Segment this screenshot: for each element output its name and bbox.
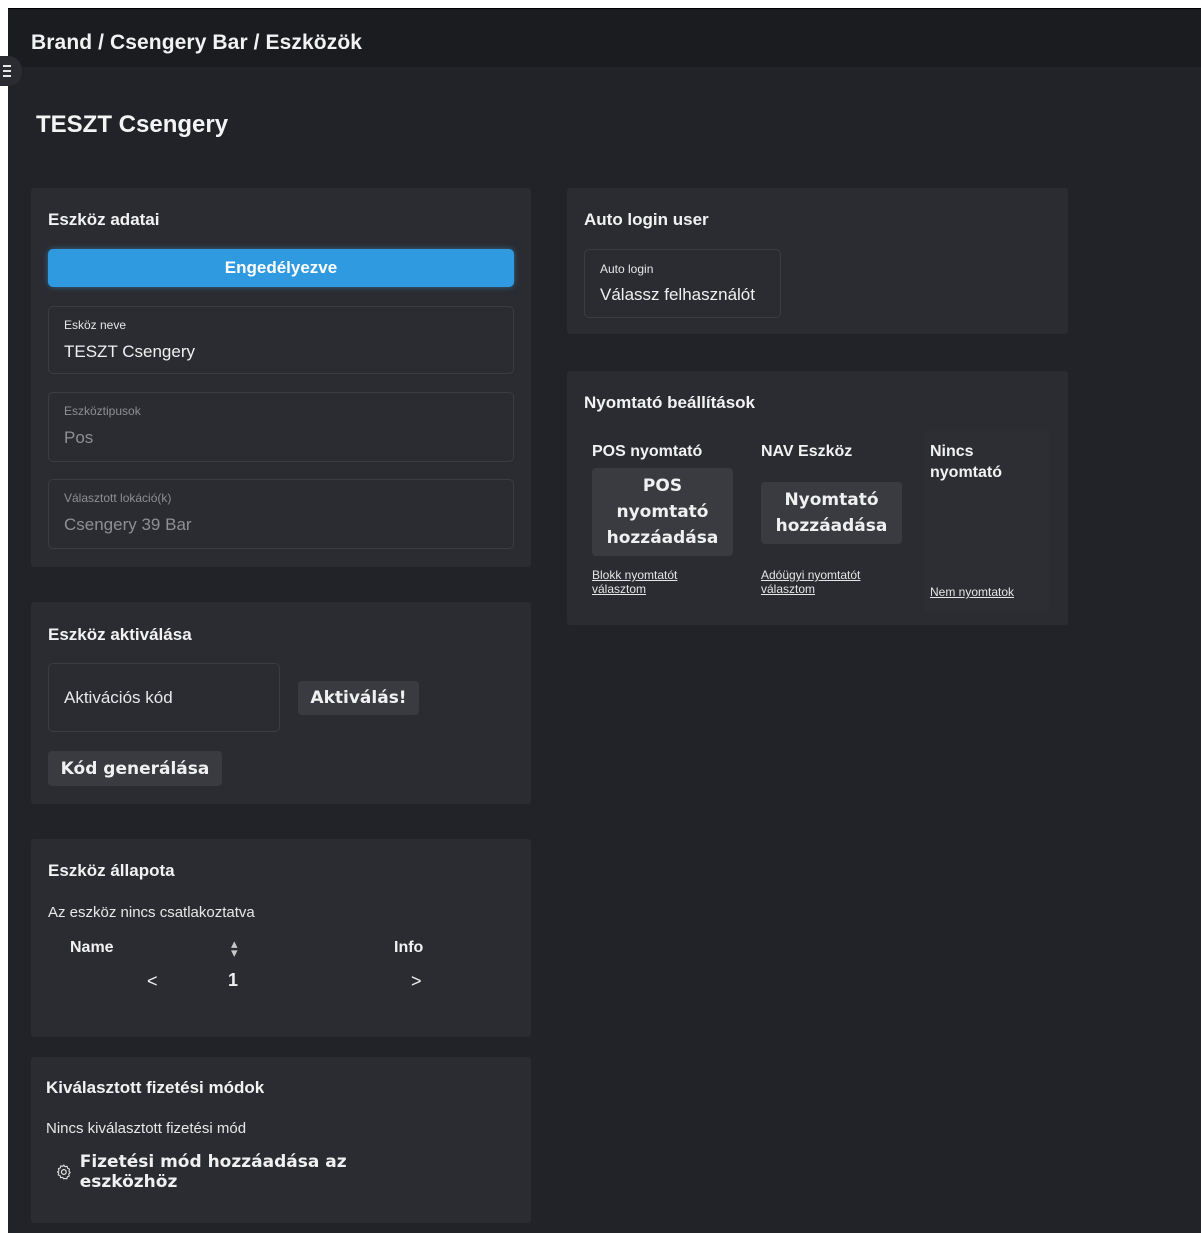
device-types-field: Eszköztipusok Pos [48,392,514,462]
location-label: Választott lokáció(k) [64,491,172,505]
nav-device-heading: NAV Eszköz [761,443,853,460]
add-nav-printer-button[interactable]: Nyomtató hozzáadása [761,482,902,544]
page-title: TESZT Csengery [36,111,229,138]
device-types-label: Eszköztipusok [64,404,141,418]
pos-printer-heading: POS nyomtató [592,443,703,460]
gear-icon [56,1164,71,1180]
pagination-next[interactable]: > [411,971,422,992]
payment-methods-title: Kiválasztott fizetési módok [46,1078,265,1097]
nav-device-column: NAV Eszköz Nyomtató hozzáadása Adóügyi n… [755,431,915,611]
pagination-page[interactable]: 1 [228,970,238,991]
activation-code-input[interactable]: Aktivációs kód [48,663,280,732]
device-status-title: Eszköz állapota [48,861,175,880]
app-window: Brand / Csengery Bar / Eszközök TESZT Cs… [0,8,1201,1233]
auto-login-label: Auto login [600,262,654,276]
activation-title: Eszköz aktiválása [48,625,192,644]
printer-settings-title: Nyomtató beállítások [584,393,755,412]
location-field: Választott lokáció(k) Csengery 39 Bar [48,479,514,549]
device-types-value: Pos [64,428,94,447]
device-name-value: TESZT Csengery [64,342,196,361]
device-status-message: Az eszköz nincs csatlakoztatva [48,904,255,921]
receipt-printer-link[interactable]: Blokk nyomtatót választom [592,568,712,596]
fiscal-printer-link[interactable]: Adóügyi nyomtatót választom [761,568,891,596]
device-status-card: Eszköz állapota Az eszköz nincs csatlako… [31,839,531,1037]
payment-methods-message: Nincs kiválasztott fizetési mód [46,1120,247,1137]
device-data-card: Eszköz adatai Engedélyezve Esköz neve TE… [31,188,531,567]
auto-login-value: Válassz felhasználót [600,285,755,304]
breadcrumb[interactable]: Brand / Csengery Bar / Eszközök [31,31,362,55]
printer-settings-card: Nyomtató beállítások POS nyomtató POS ny… [567,371,1068,625]
location-value: Csengery 39 Bar [64,515,192,534]
auto-login-select[interactable]: Auto login Válassz felhasználót [584,249,781,318]
generate-code-button[interactable]: Kód generálása [48,751,222,786]
device-data-title: Eszköz adatai [48,210,160,229]
auto-login-title: Auto login user [584,210,709,229]
activation-code-placeholder: Aktivációs kód [64,688,173,707]
device-name-label: Esköz neve [64,318,127,332]
pagination-prev[interactable]: < [147,971,158,992]
activation-card: Eszköz aktiválása Aktivációs kód Aktivál… [31,602,531,804]
no-printer-link[interactable]: Nem nyomtatok [930,585,1014,599]
column-header-name[interactable]: Name [70,937,114,958]
device-name-field[interactable]: Esköz neve TESZT Csengery [48,306,514,374]
column-header-info: Info [394,939,424,956]
add-payment-method-label: Fizetési mód hozzáadása az eszközhöz [79,1152,347,1192]
sort-icon[interactable]: ▴ ▾ [231,937,238,959]
hamburger-menu-icon[interactable] [0,56,22,86]
add-payment-method-button[interactable]: Fizetési mód hozzáadása az eszközhöz [46,1152,444,1192]
top-bar: Brand / Csengery Bar / Eszközök [8,8,1201,67]
auto-login-card: Auto login user Auto login Válassz felha… [567,188,1068,334]
no-printer-column: Nincs nyomtató Nem nyomtatok [924,431,1049,611]
enabled-status-button[interactable]: Engedélyezve [48,249,514,287]
no-printer-heading: Nincs nyomtató [930,443,1002,481]
add-pos-printer-button[interactable]: POS nyomtató hozzáadása [592,468,733,556]
pos-printer-column: POS nyomtató POS nyomtató hozzáadása Blo… [586,431,746,611]
activate-button[interactable]: Aktiválás! [298,681,419,715]
payment-methods-card: Kiválasztott fizetési módok Nincs kivála… [31,1057,531,1223]
